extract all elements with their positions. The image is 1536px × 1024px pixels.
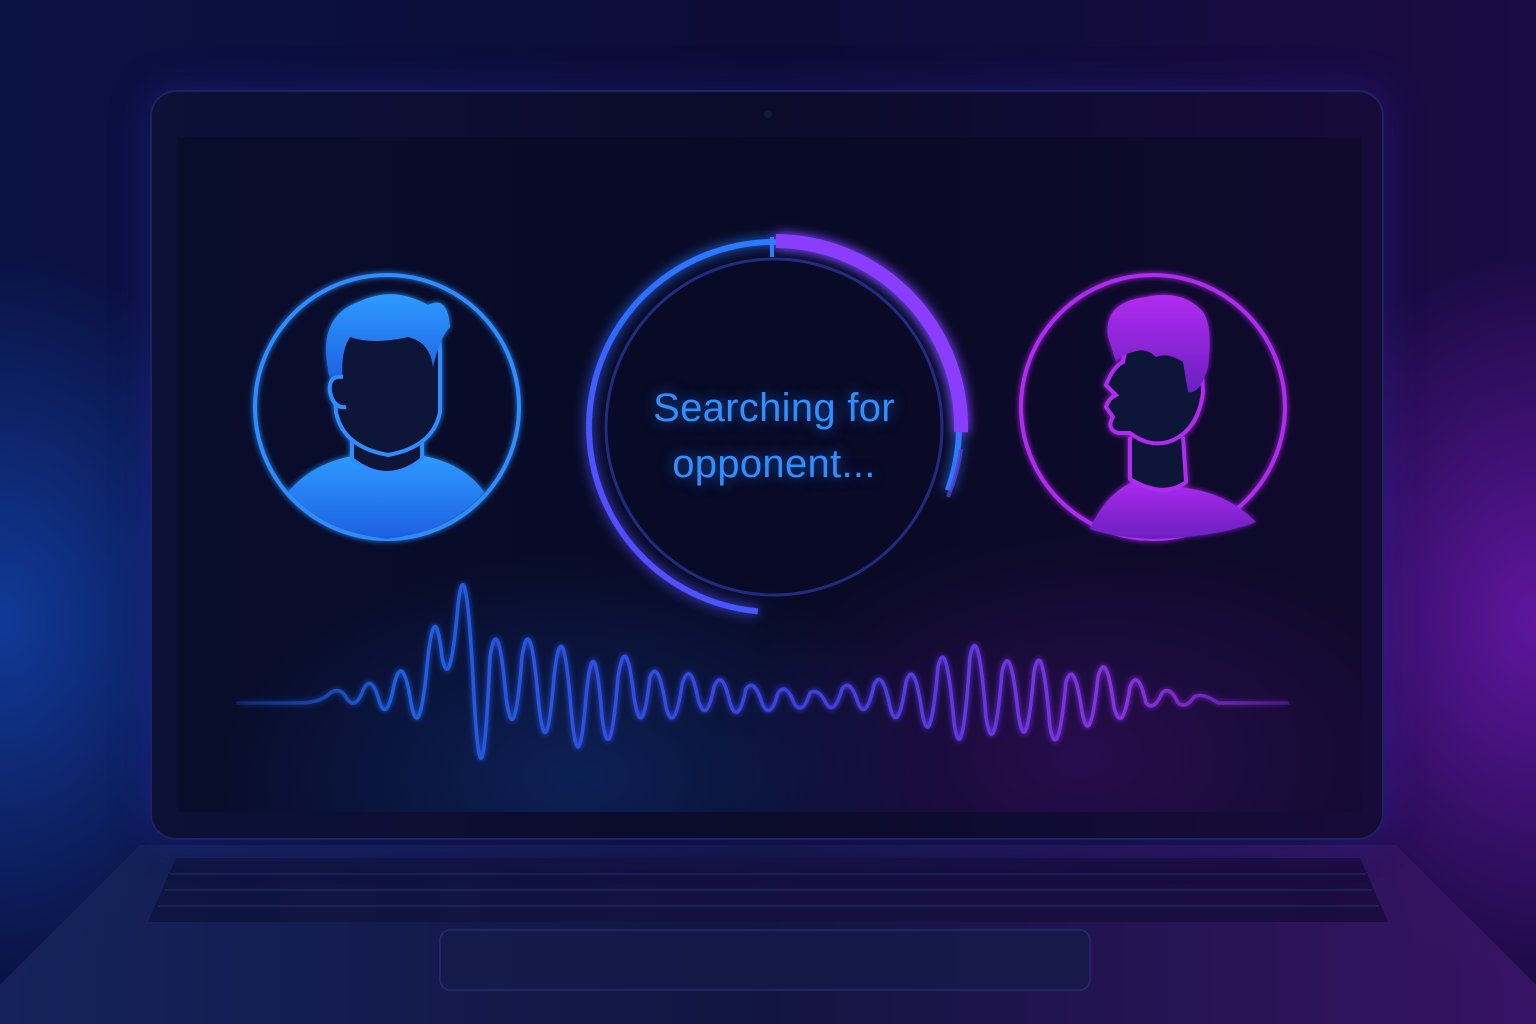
status-line-1: Searching for	[653, 386, 895, 430]
audio-waveform	[236, 583, 1290, 760]
searching-status-text: Searching for opponent...	[578, 380, 970, 492]
user-profile-silhouette-icon	[1090, 294, 1256, 539]
status-line-2: opponent...	[672, 442, 876, 486]
webcam	[764, 110, 772, 118]
trackpad	[439, 929, 1091, 991]
player-avatar	[253, 273, 521, 541]
opponent-avatar	[1019, 273, 1287, 541]
user-silhouette-icon	[288, 294, 484, 539]
matchmaking-scene: Searching for opponent...	[0, 0, 1536, 1024]
